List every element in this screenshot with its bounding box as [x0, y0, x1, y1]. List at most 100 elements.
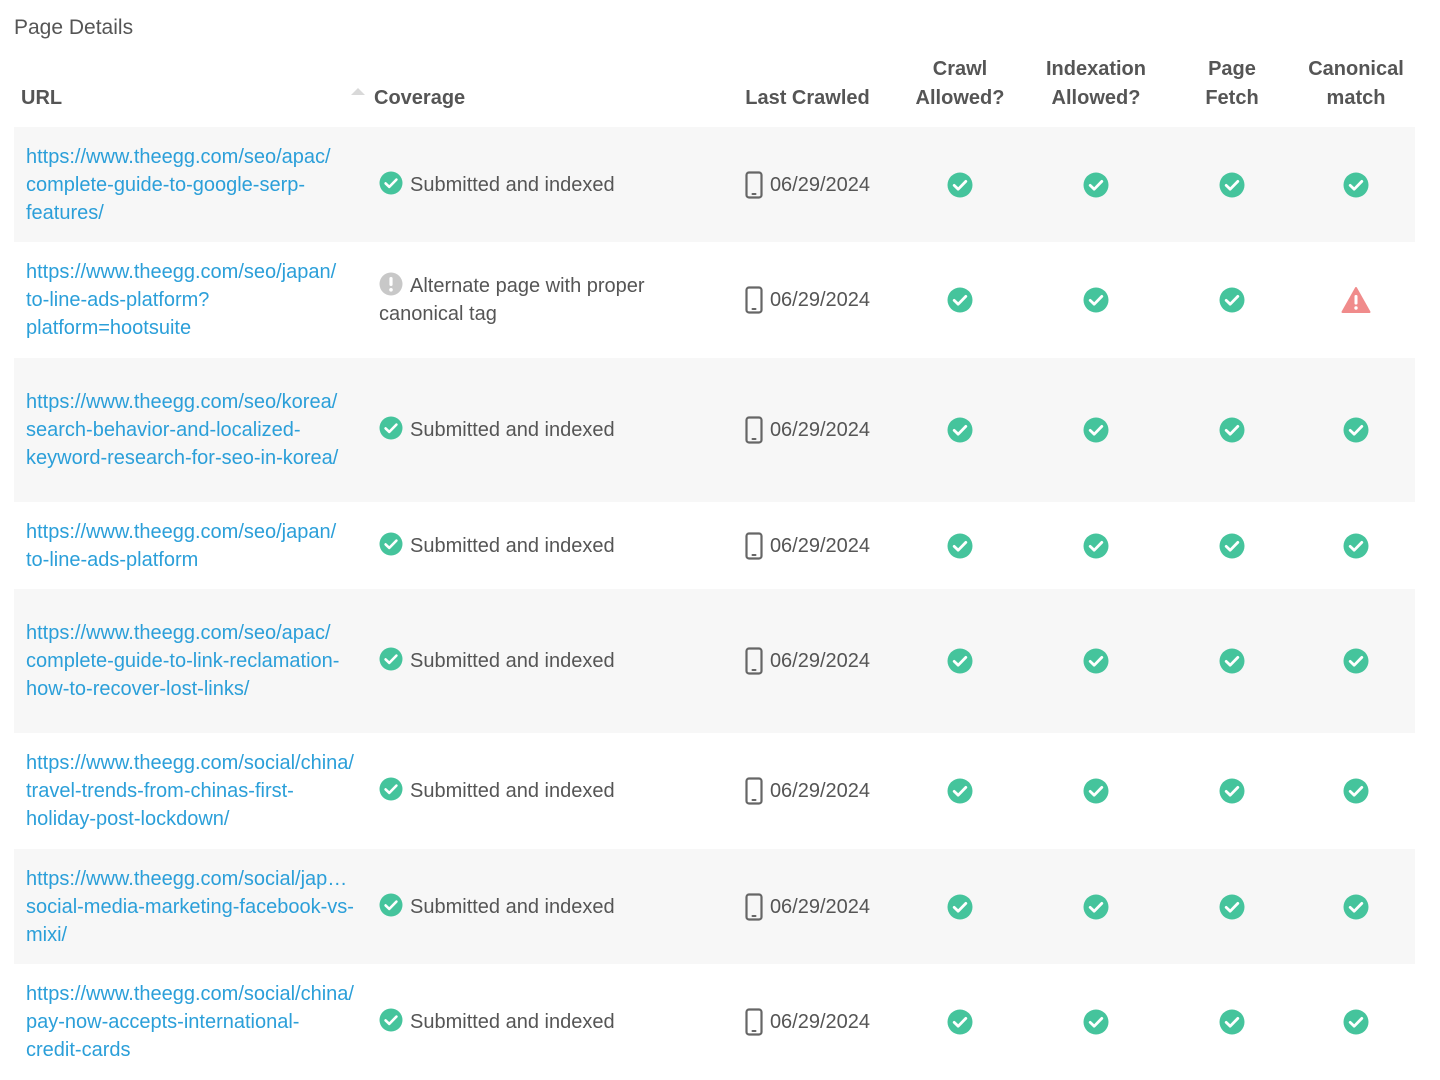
last-crawled-cell: 06/29/2024 [720, 416, 895, 444]
check-circle-icon [1219, 533, 1245, 558]
url-link-first-line: https://www.theegg.com/social/china/ [26, 752, 354, 774]
check-circle-icon [379, 777, 403, 801]
check-circle-icon [379, 893, 403, 917]
check-circle-icon [379, 416, 403, 440]
check-circle-icon [947, 172, 973, 197]
last-crawled-cell: 06/29/2024 [720, 531, 895, 560]
page-details-table: URL Coverage Last Crawled Crawl Allowed?… [14, 50, 1415, 1079]
check-circle-icon [947, 1009, 973, 1034]
page-fetch-cell [1167, 172, 1297, 198]
crawl-allowed-cell [895, 778, 1025, 804]
last-crawled-date: 06/29/2024 [769, 895, 871, 918]
check-circle-icon [379, 1008, 403, 1032]
check-circle-icon [947, 533, 973, 558]
coverage-content: Alternate page with proper canonical tag [379, 272, 720, 328]
check-circle-icon [1219, 894, 1245, 919]
coverage-cell: Submitted and indexed [367, 893, 720, 921]
check-circle-icon [1219, 287, 1245, 313]
url-link[interactable]: https://www.theegg.com/social/china/ tra… [26, 749, 354, 833]
coverage-text: Submitted and indexed [410, 173, 615, 196]
table-row: https://www.theegg.com/social/china/ pay… [14, 964, 1415, 1079]
indexation-allowed-cell [1025, 648, 1167, 674]
column-header-indexation-allowed-line2: Allowed? [1051, 87, 1141, 109]
url-link[interactable]: https://www.theegg.com/seo/japan/ to-lin… [26, 258, 354, 342]
smartphone-icon [745, 1007, 763, 1036]
coverage-text: Submitted and indexed [410, 780, 615, 802]
url-link-rest: to-line-ads-platform [26, 548, 199, 571]
column-header-crawl-allowed[interactable]: Crawl Allowed? [895, 55, 1025, 127]
coverage-text: Submitted and indexed [410, 650, 615, 672]
indexation-allowed-cell [1025, 778, 1167, 804]
last-crawled-cell: 06/29/2024 [720, 170, 895, 199]
coverage-content: Submitted and indexed [379, 777, 615, 805]
indexation-allowed-cell [1025, 287, 1167, 313]
url-link-rest: complete-guide-to-link-reclamation-how-t… [26, 650, 340, 700]
column-header-url-label: URL [21, 87, 63, 109]
column-header-coverage[interactable]: Coverage [367, 84, 720, 127]
url-link[interactable]: https://www.theegg.com/seo/apac/ complet… [26, 619, 354, 703]
coverage-content: Submitted and indexed [379, 171, 615, 199]
page-fetch-cell [1167, 417, 1297, 443]
last-crawled-cell: 06/29/2024 [720, 286, 895, 314]
canonical-match-cell [1297, 172, 1415, 198]
check-circle-icon [1083, 894, 1109, 919]
column-header-url[interactable]: URL [14, 84, 367, 127]
url-cell: https://www.theegg.com/social/china/ pay… [14, 968, 367, 1076]
indexation-allowed-cell [1025, 1009, 1167, 1035]
url-link[interactable]: https://www.theegg.com/seo/japan/ to-lin… [26, 518, 354, 574]
url-link-first-line: https://www.theegg.com/seo/japan/ [26, 520, 337, 543]
coverage-cell: Alternate page with proper canonical tag [367, 272, 720, 328]
coverage-content: Submitted and indexed [379, 647, 615, 675]
last-crawled-date: 06/29/2024 [769, 289, 871, 311]
table-header: URL Coverage Last Crawled Crawl Allowed?… [14, 50, 1415, 127]
url-cell: https://www.theegg.com/seo/korea/ search… [14, 376, 367, 484]
smartphone-icon [745, 170, 763, 199]
table-row: https://www.theegg.com/social/china/ tra… [14, 733, 1415, 849]
check-circle-icon [1219, 172, 1245, 197]
page-fetch-cell [1167, 648, 1297, 674]
sort-ascending-icon[interactable] [351, 88, 365, 95]
url-link[interactable]: https://www.theegg.com/social/china/ pay… [26, 980, 354, 1064]
column-header-canonical-match-line2: match [1326, 87, 1386, 109]
column-header-crawl-allowed-line2: Allowed? [915, 87, 1005, 109]
check-circle-icon [379, 647, 403, 671]
page-fetch-cell [1167, 894, 1297, 920]
check-circle-icon [1343, 1009, 1369, 1034]
table-row: https://www.theegg.com/social/japan/ soc… [14, 849, 1415, 964]
url-link-first-line: https://www.theegg.com/seo/japan/ [26, 261, 337, 283]
smartphone-icon [745, 892, 763, 921]
coverage-cell: Submitted and indexed [367, 647, 720, 675]
last-crawled-date: 06/29/2024 [769, 173, 871, 196]
column-header-indexation-allowed[interactable]: Indexation Allowed? [1025, 55, 1167, 127]
column-header-last-crawled[interactable]: Last Crawled [720, 84, 895, 127]
table-body: https://www.theegg.com/seo/apac/ complet… [14, 127, 1415, 1079]
url-link-first-line: https://www.theegg.com/seo/korea/ [26, 391, 338, 413]
check-circle-icon [1219, 1009, 1245, 1034]
url-link-first-line: https://www.theegg.com/seo/apac/ [26, 145, 331, 168]
check-circle-icon [1083, 417, 1109, 443]
warning-triangle-icon [1341, 287, 1371, 313]
last-crawled-date: 06/29/2024 [769, 650, 871, 672]
last-crawled-date: 06/29/2024 [769, 419, 871, 441]
canonical-match-cell [1297, 778, 1415, 804]
crawl-allowed-cell [895, 417, 1025, 443]
url-link[interactable]: https://www.theegg.com/social/japan/ soc… [26, 865, 354, 949]
column-header-page-fetch-line1: Page [1208, 58, 1256, 80]
last-crawled-cell: 06/29/2024 [720, 777, 895, 805]
crawl-allowed-cell [895, 533, 1025, 559]
check-circle-icon [379, 416, 403, 440]
url-link[interactable]: https://www.theegg.com/seo/apac/ complet… [26, 143, 354, 227]
column-header-page-fetch[interactable]: Page Fetch [1167, 55, 1297, 127]
column-header-canonical-match[interactable]: Canonical match [1297, 55, 1415, 127]
check-circle-icon [1083, 172, 1109, 197]
last-crawled-cell: 06/29/2024 [720, 1007, 895, 1036]
url-cell: https://www.theegg.com/seo/apac/ complet… [14, 131, 367, 239]
check-circle-icon [379, 647, 403, 671]
url-link[interactable]: https://www.theegg.com/seo/korea/ search… [26, 388, 354, 472]
last-crawled-date: 06/29/2024 [769, 780, 871, 802]
coverage-content: Submitted and indexed [379, 1008, 615, 1036]
page-title: Page Details [14, 16, 134, 39]
check-circle-icon [379, 893, 403, 916]
coverage-cell: Submitted and indexed [367, 532, 720, 560]
check-circle-icon [1343, 648, 1369, 674]
